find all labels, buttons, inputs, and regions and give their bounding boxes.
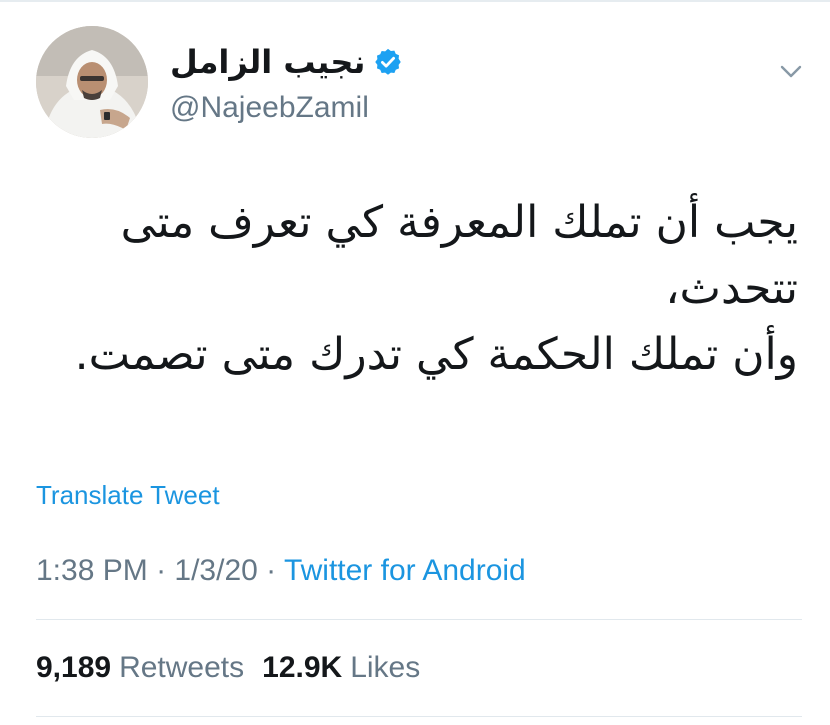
divider [36,716,802,717]
tweet-source-link[interactable]: Twitter for Android [284,554,526,587]
author-display-name[interactable]: نجيب الزامل [170,40,365,84]
author-handle[interactable]: @NajeebZamil [170,88,690,128]
translate-tweet-link[interactable]: Translate Tweet [36,478,220,512]
avatar-photo [36,26,148,138]
tweet-date[interactable]: 1/3/20 [174,554,257,587]
likes-count: 12.9K [262,651,343,684]
top-divider [0,0,830,2]
chevron-down-icon[interactable] [776,56,806,86]
likes-stat[interactable]: 12.9K Likes [262,648,420,688]
tweet-header: نجيب الزامل @NajeebZamil [36,26,806,140]
retweets-stat[interactable]: 9,189 Retweets [36,648,244,688]
tweet-text: يجب أن تملك المعرفة كي تعرف متى تتحدث، و… [74,197,798,380]
tweet-stats: 9,189 Retweets 12.9K Likes [36,648,420,688]
likes-label: Likes [350,651,421,684]
verified-badge-icon [373,47,403,77]
meta-separator: · [147,554,175,587]
meta-separator: · [257,554,284,587]
divider [36,619,802,620]
name-row: نجيب الزامل [170,40,690,84]
retweets-label: Retweets [119,651,245,684]
author-info: نجيب الزامل @NajeebZamil [170,40,690,128]
avatar[interactable] [36,26,148,138]
retweets-count: 9,189 [36,651,112,684]
tweet-meta: 1:38 PM · 1/3/20 · Twitter for Android [36,551,526,591]
tweet-time[interactable]: 1:38 PM [36,554,148,587]
